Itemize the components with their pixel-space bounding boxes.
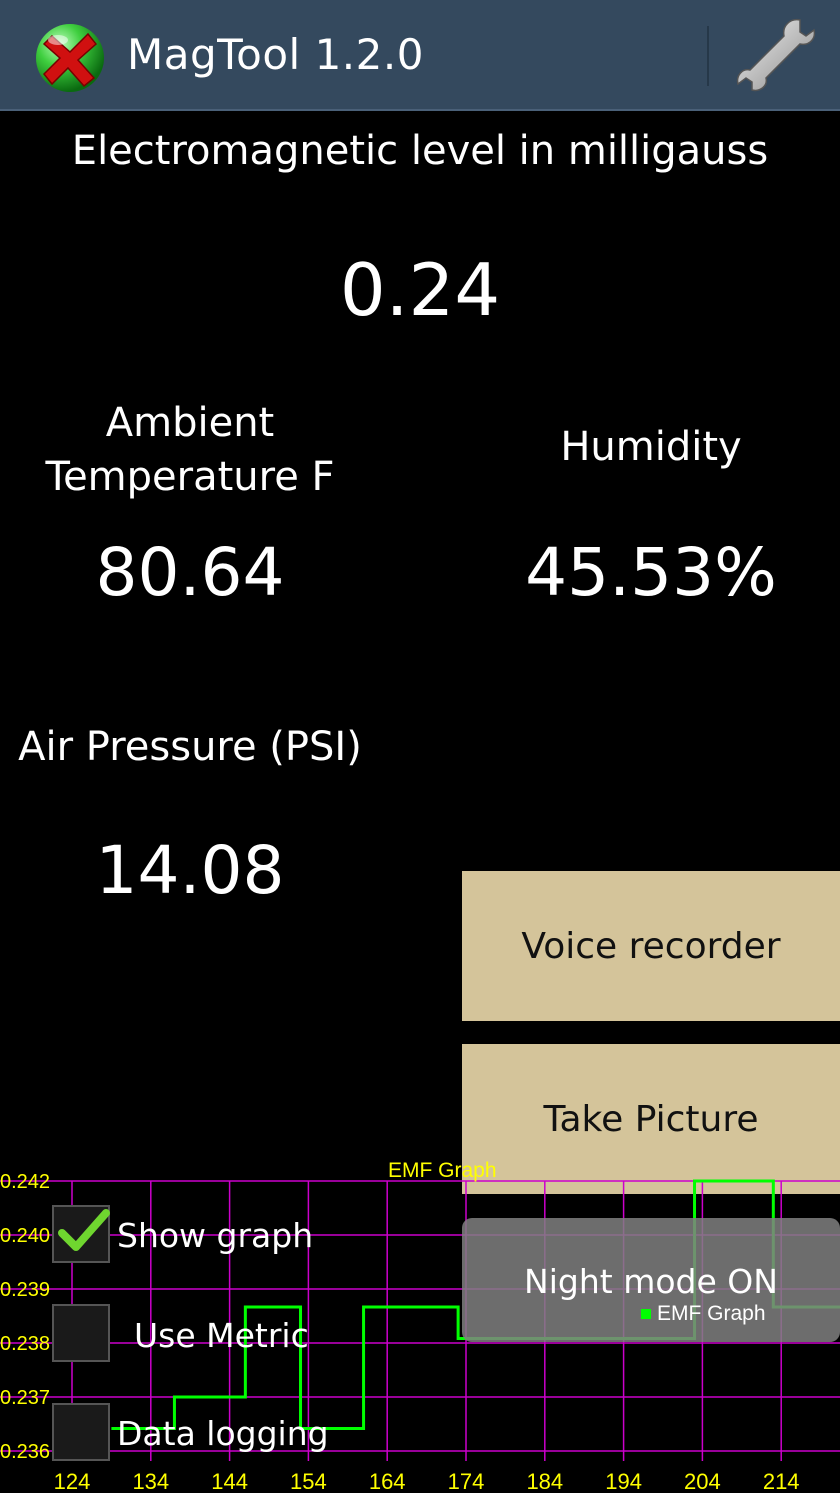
temperature-label-line2: Temperature F — [45, 454, 335, 500]
pressure-value: 14.08 — [95, 832, 285, 909]
show-graph-checkbox[interactable] — [52, 1205, 110, 1263]
x-tick-label: 214 — [763, 1469, 800, 1493]
night-mode-label: Night mode ON — [524, 1262, 778, 1301]
y-tick-label: 0.237 — [0, 1387, 50, 1409]
wrench-icon[interactable] — [730, 12, 820, 102]
show-graph-label: Show graph — [117, 1216, 314, 1255]
legend-swatch — [641, 1309, 651, 1319]
red-x-green-ball-icon[interactable] — [34, 22, 106, 94]
use-metric-checkbox[interactable] — [52, 1304, 110, 1362]
y-tick-label: 0.240 — [0, 1225, 50, 1247]
voice-recorder-button[interactable]: Voice recorder — [462, 871, 840, 1021]
emf-value: 0.24 — [339, 248, 501, 332]
humidity-label: Humidity — [560, 424, 742, 470]
emf-label: Electromagnetic level in milligauss — [71, 128, 769, 174]
action-bar-divider — [707, 26, 709, 86]
checkmark-icon — [58, 1209, 110, 1251]
temperature-label-line1: Ambient — [105, 400, 275, 446]
temperature-value: 80.64 — [95, 534, 285, 611]
graph-legend: EMF Graph — [641, 1302, 766, 1326]
y-tick-label: 0.238 — [0, 1333, 50, 1355]
y-tick-label: 0.236 — [0, 1441, 50, 1463]
humidity-value: 45.53% — [525, 534, 777, 611]
app-title: MagTool 1.2.0 — [127, 30, 424, 79]
data-logging-checkbox[interactable] — [52, 1403, 110, 1461]
y-tick-label: 0.239 — [0, 1279, 50, 1301]
action-bar: MagTool 1.2.0 — [0, 0, 840, 111]
y-tick-label: 0.242 — [0, 1171, 50, 1193]
legend-label: EMF Graph — [657, 1302, 766, 1325]
pressure-label: Air Pressure (PSI) — [18, 724, 362, 770]
x-tick-label: 144 — [211, 1469, 248, 1493]
use-metric-label: Use Metric — [134, 1316, 309, 1355]
x-tick-label: 154 — [290, 1469, 327, 1493]
graph-x-ticks: 124134144154164174184194204214224 — [54, 1469, 800, 1493]
graph-title: EMF Graph — [388, 1159, 497, 1182]
x-tick-label: 204 — [684, 1469, 721, 1493]
x-tick-label: 134 — [132, 1469, 169, 1493]
x-tick-label: 174 — [448, 1469, 485, 1493]
x-tick-label: 164 — [369, 1469, 406, 1493]
x-tick-label: 124 — [54, 1469, 91, 1493]
data-logging-label: Data logging — [117, 1414, 329, 1453]
x-tick-label: 184 — [526, 1469, 563, 1493]
temperature-label: Ambient Temperature F — [0, 396, 380, 504]
graph-y-ticks: 0.242 0.240 0.239 0.238 0.237 0.236 — [0, 1171, 50, 1463]
x-tick-label: 194 — [605, 1469, 642, 1493]
